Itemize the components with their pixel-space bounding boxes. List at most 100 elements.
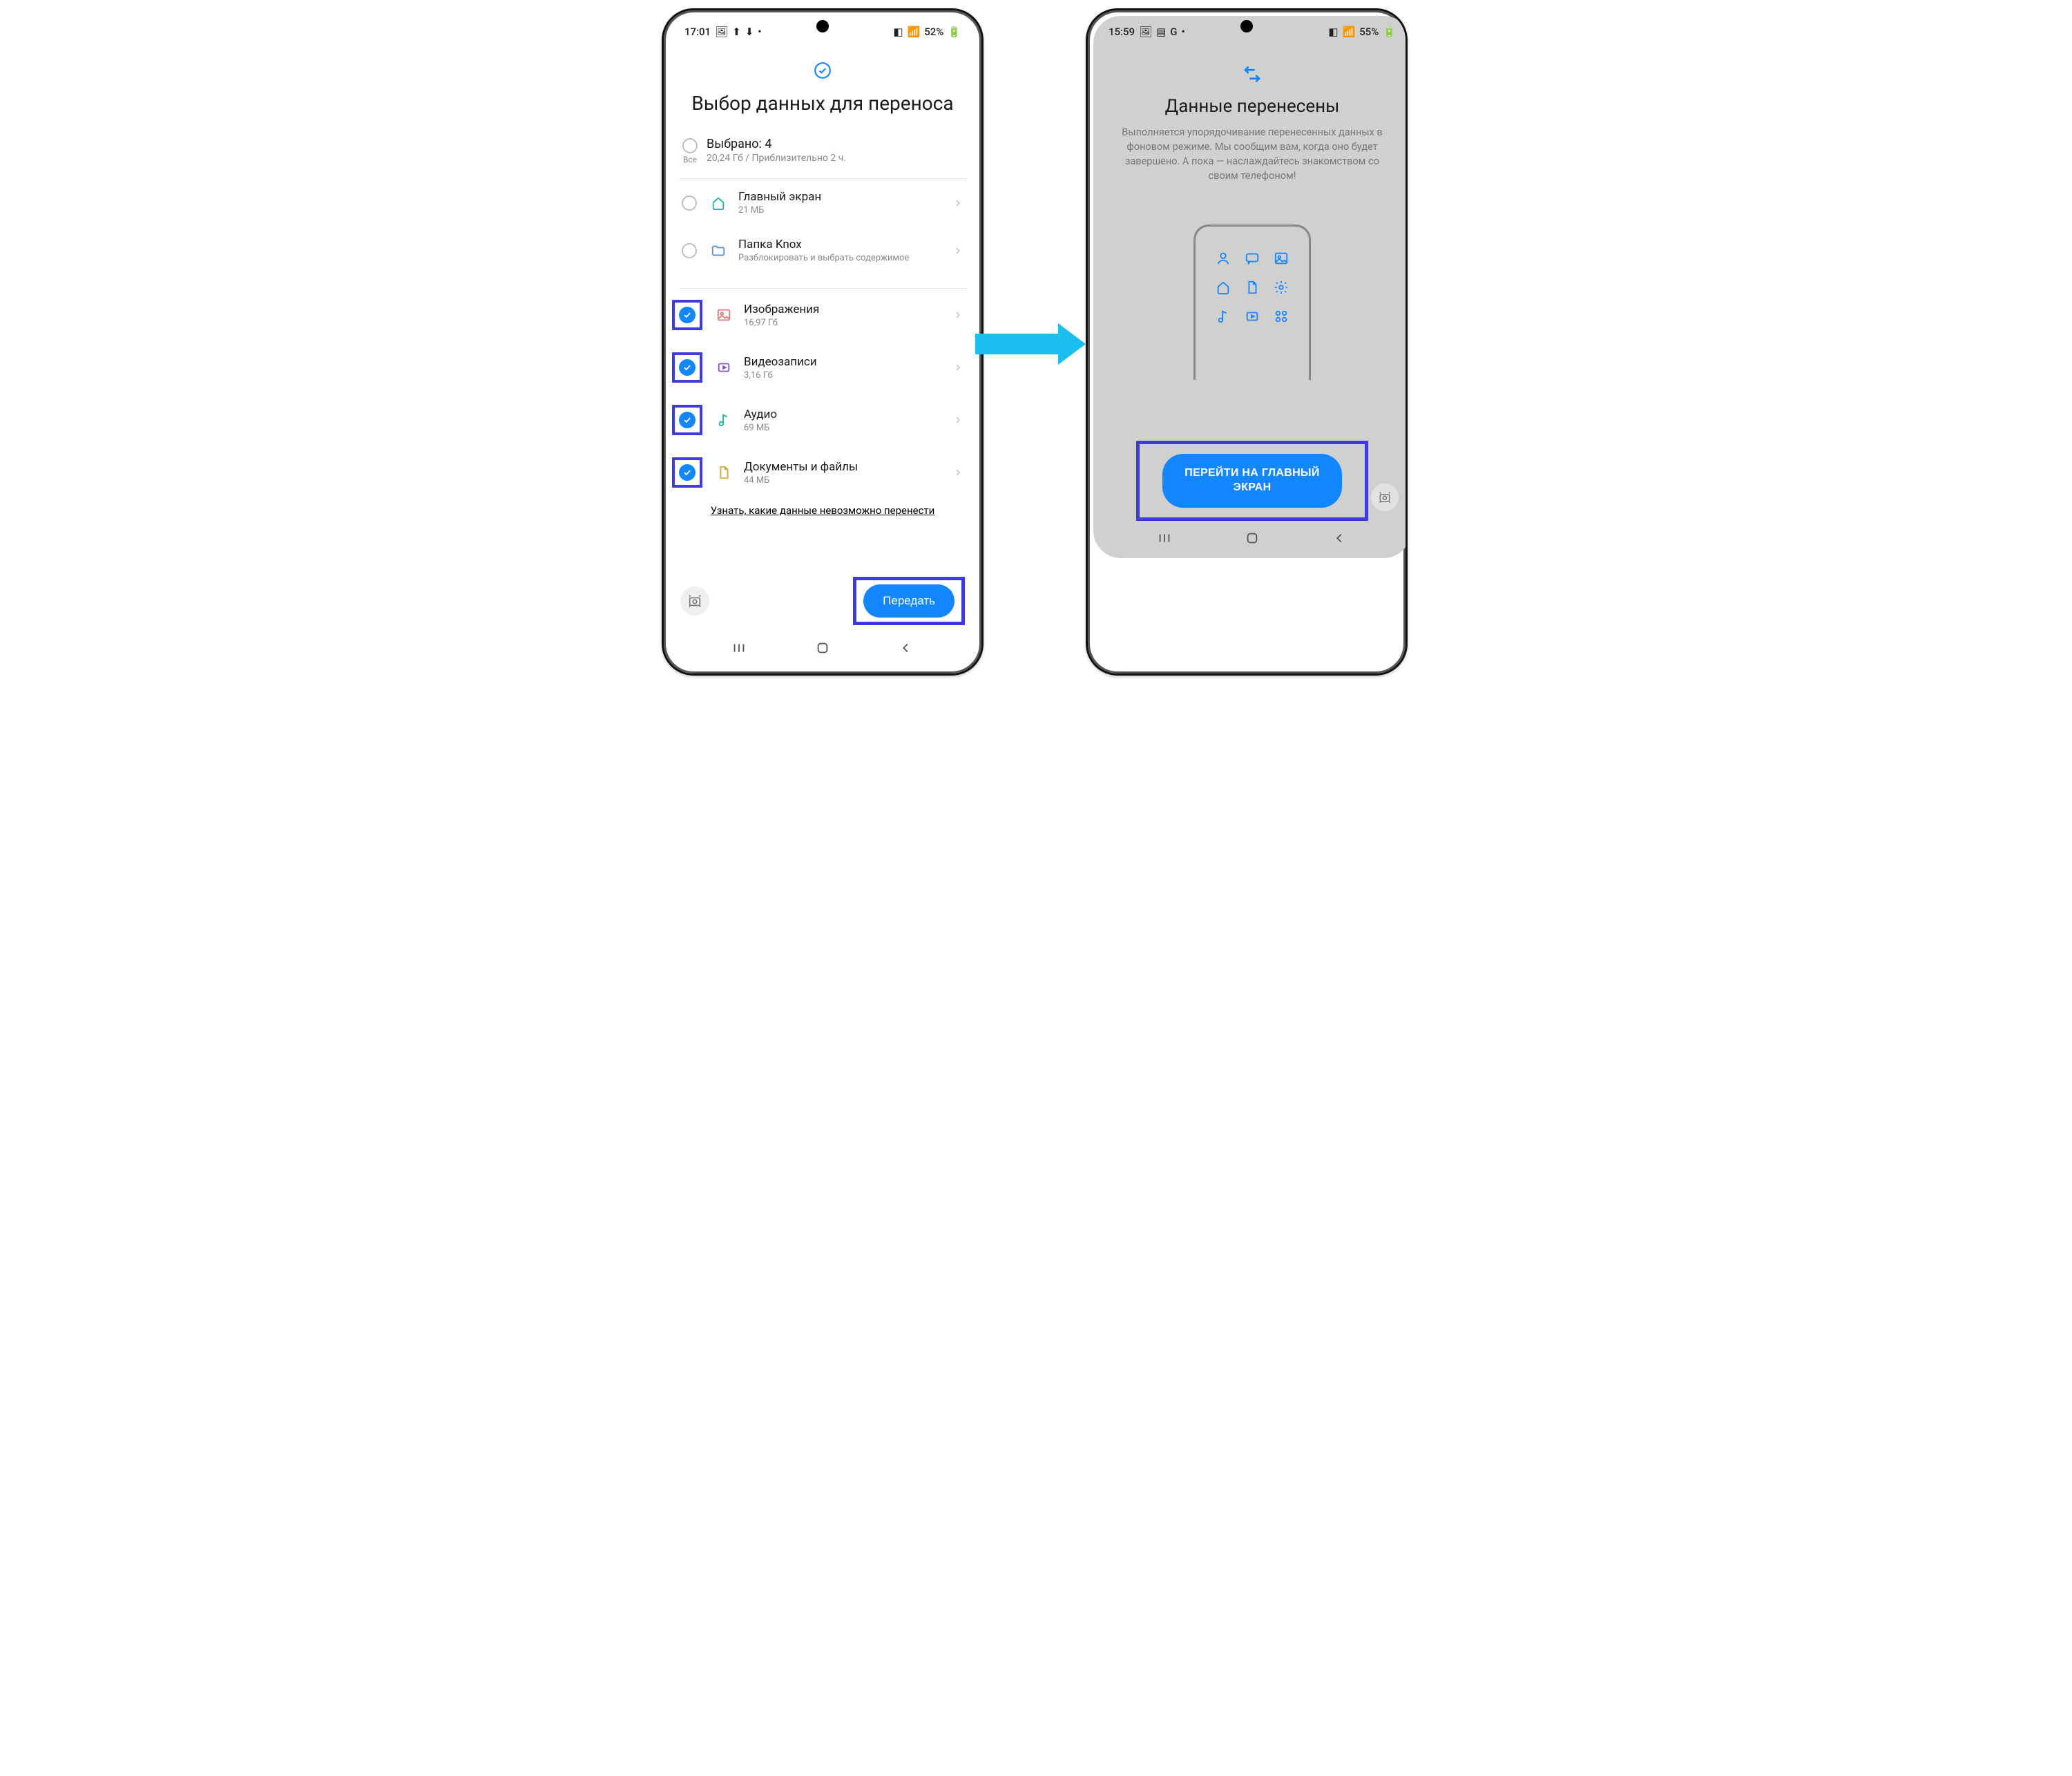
android-nav	[1093, 521, 1408, 558]
check-decoration-icon	[679, 61, 966, 81]
nav-home-icon[interactable]	[1245, 531, 1260, 546]
home-icon	[709, 195, 727, 211]
chevron-right-icon	[952, 467, 965, 478]
select-all-radio[interactable]	[682, 138, 698, 153]
item-subtitle: 21 МБ	[738, 205, 941, 216]
phone-right: 15:59 🖼 ▤ G • ◧ 📶 55% 🔋 Данные перенес	[1086, 8, 1408, 676]
more-icon: •	[758, 26, 761, 38]
grid-audio-icon	[1214, 307, 1233, 326]
highlight-home-button: ПЕРЕЙТИ НА ГЛАВНЫЙ ЭКРАН	[1136, 441, 1368, 521]
camera-toggle-button[interactable]	[680, 586, 709, 615]
phone-left: 17:01 🖼 ⬆ ⬇ • ◧ 📶 52% 🔋 Выбор данных д	[662, 8, 984, 676]
go-home-button[interactable]: ПЕРЕЙТИ НА ГЛАВНЫЙ ЭКРАН	[1162, 454, 1342, 508]
item-checkbox-checked[interactable]	[679, 307, 696, 323]
item-subtitle: 69 МБ	[744, 423, 941, 433]
data-item-video[interactable]: Видеозаписи3,16 Гб	[679, 341, 966, 394]
battery-percent: 55%	[1359, 26, 1379, 38]
status-time: 17:01	[684, 26, 711, 38]
grid-doc-icon	[1243, 278, 1262, 297]
nav-home-icon[interactable]	[815, 640, 830, 656]
android-nav	[669, 631, 976, 668]
item-checkbox-unchecked[interactable]	[682, 243, 697, 258]
item-subtitle: 44 МБ	[744, 475, 941, 486]
volume-button	[1086, 162, 1088, 245]
camera-toggle-button[interactable]	[1371, 484, 1399, 511]
item-checkbox-checked[interactable]	[679, 412, 696, 428]
highlight-send: Передать	[853, 577, 965, 625]
data-item-doc[interactable]: Документы и файлы44 МБ	[679, 446, 966, 499]
send-button[interactable]: Передать	[863, 584, 955, 618]
chevron-right-icon	[952, 309, 965, 321]
highlight-box	[672, 300, 702, 330]
page-title: Данные перенесены	[1117, 96, 1388, 117]
item-title: Документы и файлы	[744, 460, 941, 474]
nav-recents-icon[interactable]	[1157, 531, 1172, 546]
grid-contact-icon	[1214, 249, 1233, 268]
volume-button	[662, 162, 664, 245]
item-subtitle: Разблокировать и выбрать содержимое	[738, 253, 941, 263]
signal-icon: 📶	[908, 26, 921, 38]
grid-message-icon	[1243, 249, 1262, 268]
item-title: Папка Knox	[738, 238, 941, 251]
grid-apps-icon	[1272, 307, 1291, 326]
item-checkbox-checked[interactable]	[679, 464, 696, 481]
nfc-icon: ◧	[1328, 26, 1338, 38]
chevron-right-icon	[952, 362, 965, 373]
item-checkbox-checked[interactable]	[679, 359, 696, 376]
audio-icon	[715, 412, 733, 428]
chevron-right-icon	[952, 245, 965, 256]
cannot-transfer-link[interactable]: Узнать, какие данные невозможно перенест…	[679, 504, 966, 517]
power-button	[981, 169, 984, 231]
nav-back-icon[interactable]	[1332, 531, 1347, 546]
nav-back-icon[interactable]	[899, 640, 914, 656]
picture-indicator-icon: 🖼	[1139, 26, 1152, 38]
video-icon	[715, 360, 733, 375]
data-item-home[interactable]: Главный экран21 МБ	[679, 179, 966, 227]
data-item-audio[interactable]: Аудио 69 МБ	[679, 394, 966, 446]
data-item-image[interactable]: Изображения 16,97 Гб	[679, 289, 966, 341]
page-description: Выполняется упорядочивание перенесенных …	[1118, 125, 1386, 183]
highlight-box	[672, 352, 702, 383]
google-indicator-icon: G	[1170, 26, 1177, 38]
page-title: Выбор данных для переноса	[679, 92, 966, 115]
folder-icon	[709, 243, 727, 258]
grid-image-icon	[1272, 249, 1291, 268]
item-checkbox-unchecked[interactable]	[682, 195, 697, 211]
app-indicator-icon: ▤	[1156, 26, 1166, 38]
data-item-folder[interactable]: Папка Knox Разблокировать и выбрать содер…	[679, 227, 966, 274]
highlight-box	[672, 405, 702, 435]
select-all-row[interactable]: Все Выбрано: 4 20,24 Гб / Приблизительно…	[679, 137, 966, 164]
power-button	[1406, 169, 1408, 231]
battery-icon: 🔋	[948, 26, 961, 38]
selected-details: 20,24 Гб / Приблизительно 2 ч.	[707, 153, 846, 164]
selected-count: Выбрано: 4	[707, 137, 846, 151]
nfc-icon: ◧	[893, 26, 903, 38]
camera-hole	[1240, 20, 1253, 32]
picture-indicator-icon: 🖼	[715, 26, 728, 38]
battery-percent: 52%	[924, 26, 943, 38]
highlight-box	[672, 457, 702, 488]
transfer-complete-icon	[1103, 66, 1401, 86]
grid-settings-icon	[1272, 278, 1291, 297]
status-time: 15:59	[1109, 26, 1135, 38]
battery-icon: 🔋	[1383, 26, 1396, 38]
phone-graphic	[1193, 225, 1311, 380]
item-title: Аудио	[744, 408, 941, 421]
more-icon: •	[1182, 26, 1185, 38]
download-icon: ⬇	[745, 26, 754, 38]
doc-icon	[715, 465, 733, 480]
grid-home-icon	[1214, 278, 1233, 297]
image-icon	[715, 307, 733, 323]
item-subtitle: 3,16 Гб	[744, 370, 941, 381]
item-title: Главный экран	[738, 190, 941, 204]
camera-hole	[816, 20, 829, 32]
item-title: Изображения	[744, 303, 941, 316]
item-subtitle: 16,97 Гб	[744, 318, 941, 328]
nav-recents-icon[interactable]	[731, 640, 747, 656]
item-title: Видеозаписи	[744, 355, 941, 369]
grid-video-icon	[1243, 307, 1262, 326]
flow-arrow-icon	[975, 325, 1086, 363]
upload-icon: ⬆	[732, 26, 741, 38]
chevron-right-icon	[952, 198, 965, 209]
signal-icon: 📶	[1343, 26, 1356, 38]
